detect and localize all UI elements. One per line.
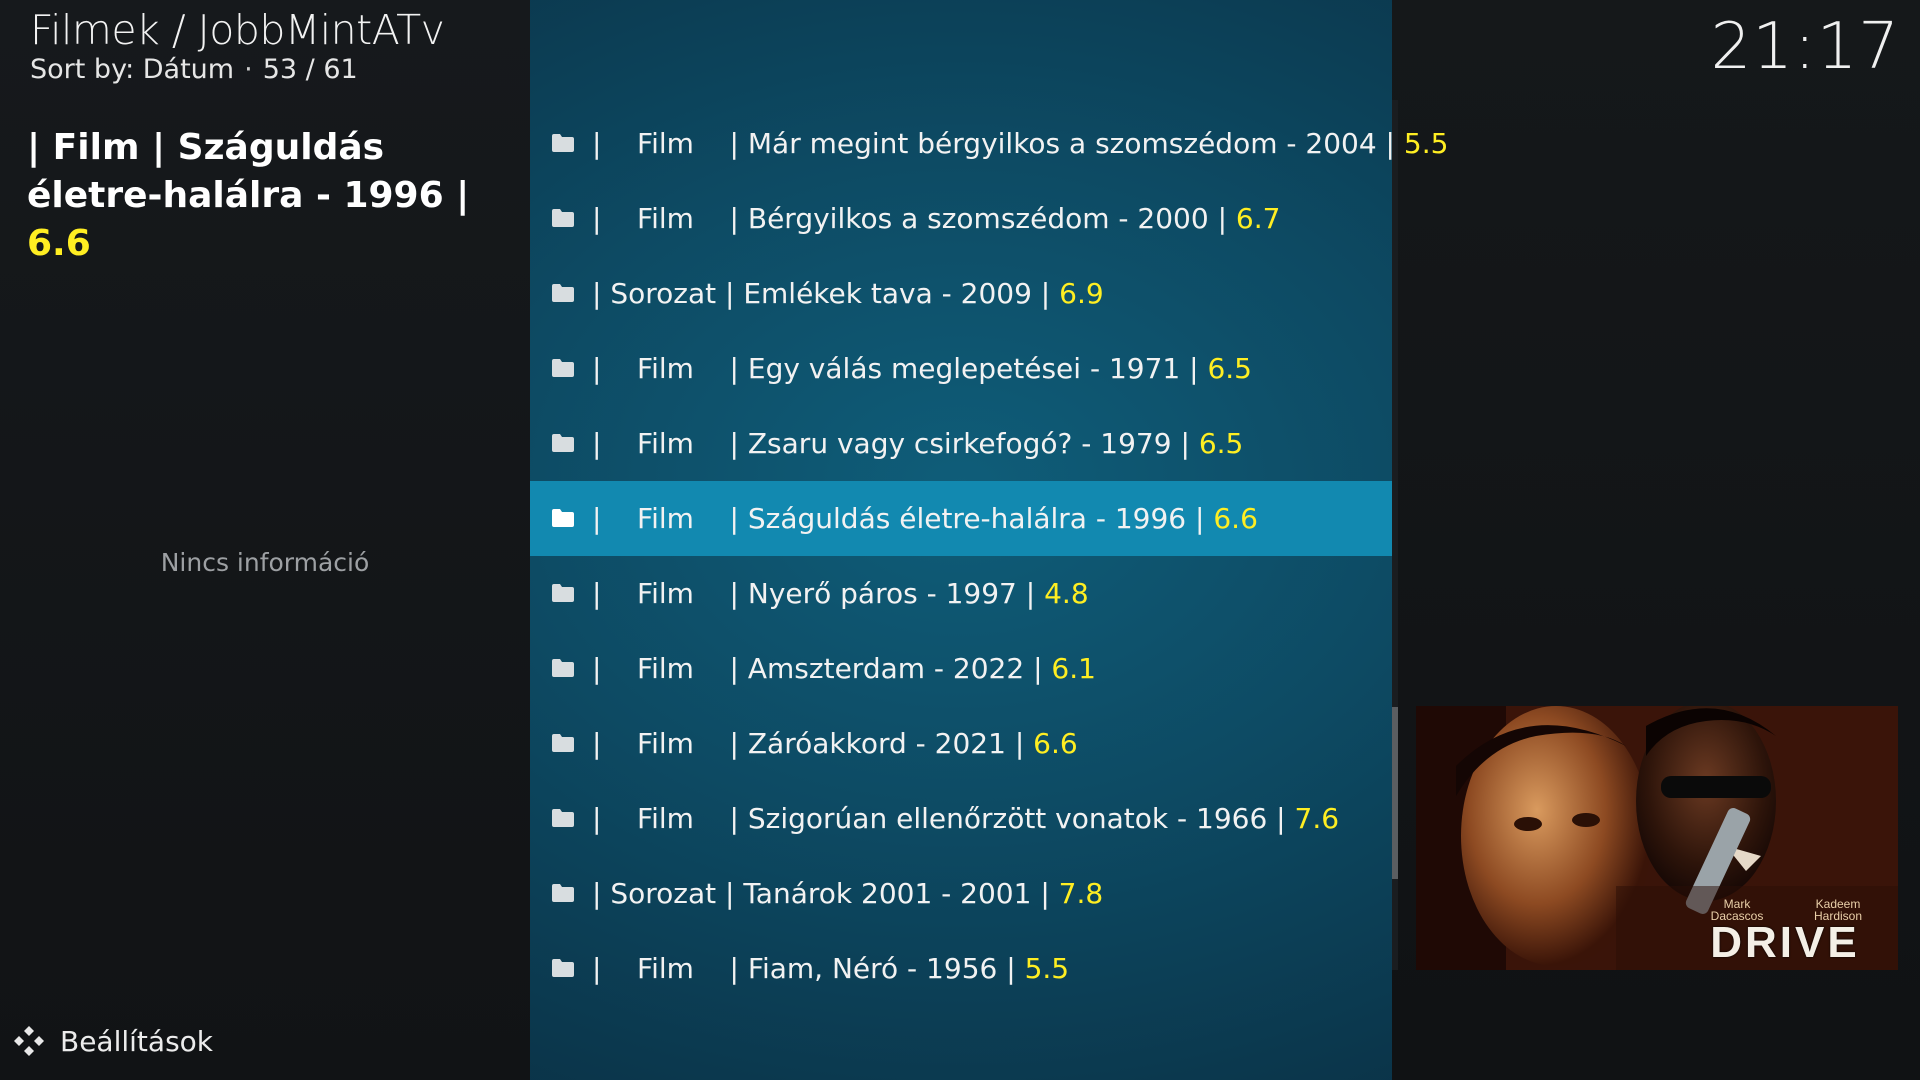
no-info-text: Nincs információ [160,548,370,577]
list-item-text: | Film | Fiam, Néró - 1956 | 5.5 [592,931,1069,1006]
list-item-label: | Film | Fiam, Néró - 1956 | [592,952,1025,985]
file-list: | Film | Már megint bérgyilkos a szomszé… [530,106,1448,1006]
list-item-rating: 6.5 [1207,352,1252,385]
sort-info[interactable]: Sort by: Dátum · 53 / 61 [30,54,358,85]
selected-item-title: | Film | Száguldás életre-halálra - 1996… [27,124,497,268]
list-item-text: | Sorozat | Emlékek tava - 2009 | 6.9 [592,256,1104,331]
folder-icon [552,809,574,827]
list-item-rating: 6.1 [1051,652,1096,685]
poster-image: Mark Dacascos Kadeem Hardison DRIVE [1416,706,1898,970]
selected-item-rating: 6.6 [27,223,91,264]
list-item-focused[interactable]: | Film | Száguldás életre-halálra - 1996… [530,481,1392,556]
folder-icon [552,959,574,977]
folder-icon [552,884,574,902]
folder-icon [552,659,574,677]
settings-label: Beállítások [60,1024,214,1058]
list-item-rating: 6.6 [1033,727,1078,760]
list-item-rating: 5.5 [1024,952,1070,985]
list-item[interactable]: | Film | Amszterdam - 2022 | 6.1 [530,631,1392,706]
item-position: 53 / 61 [262,54,358,85]
scrollbar-thumb[interactable] [1392,707,1398,879]
list-item-text: | Film | Nyerő páros - 1997 | 4.8 [592,556,1089,631]
list-item[interactable]: | Film | Nyerő páros - 1997 | 4.8 [530,556,1392,631]
list-item-rating: 5.5 [1403,127,1449,160]
folder-icon [552,209,574,227]
folder-icon [552,134,574,152]
list-item-label: | Sorozat | Tanárok 2001 - 2001 | [592,877,1059,910]
list-item-rating: 6.5 [1198,427,1244,460]
list-scrollbar[interactable] [1392,100,1398,970]
list-item-rating: 6.9 [1059,277,1104,310]
list-item-label: | Film | Száguldás életre-halálra - 1996… [592,502,1214,535]
list-item-text: | Sorozat | Tanárok 2001 - 2001 | 7.8 [592,856,1103,931]
list-item[interactable]: | Film | Bérgyilkos a szomszédom - 2000 … [530,181,1392,256]
list-item-rating: 7.6 [1294,802,1340,835]
folder-icon [552,434,574,452]
poster-title: DRIVE [1710,918,1860,967]
list-item-text: | Film | Száguldás életre-halálra - 1996… [592,481,1258,556]
list-item-rating: 6.7 [1235,202,1281,235]
list-item-text: | Film | Már megint bérgyilkos a szomszé… [592,106,1448,181]
clock: 21:17 [1710,10,1900,84]
separator-dot: · [244,54,253,85]
list-item-label: | Film | Nyerő páros - 1997 | [592,577,1045,610]
list-item-label: | Film | Záróakkord - 2021 | [592,727,1034,760]
list-item-label: | Sorozat | Emlékek tava - 2009 | [592,277,1060,310]
list-item-rating: 7.8 [1058,877,1104,910]
list-item-label: | Film | Már megint bérgyilkos a szomszé… [592,127,1404,160]
page-title: Filmek / JobbMintATv [30,6,445,54]
list-item[interactable]: | Film | Már megint bérgyilkos a szomszé… [530,106,1448,181]
folder-icon [552,734,574,752]
list-item-label: | Film | Bérgyilkos a szomszédom - 2000 … [592,202,1236,235]
list-item-label: | Film | Amszterdam - 2022 | [592,652,1052,685]
list-item-rating: 6.6 [1213,502,1258,535]
list-item-rating: 4.8 [1044,577,1089,610]
list-item[interactable]: | Film | Szigorúan ellenőrzött vonatok -… [530,781,1392,856]
settings-button[interactable]: Beállítások [12,1024,213,1058]
list-item-text: | Film | Egy válás meglepetései - 1971 |… [592,331,1252,406]
folder-icon [552,584,574,602]
file-list-panel: | Film | Már megint bérgyilkos a szomszé… [530,0,1448,1080]
list-item-text: | Film | Szigorúan ellenőrzött vonatok -… [592,781,1339,856]
list-item[interactable]: | Film | Záróakkord - 2021 | 6.6 [530,706,1392,781]
list-item[interactable]: | Sorozat | Emlékek tava - 2009 | 6.9 [530,256,1392,331]
list-item-text: | Film | Bérgyilkos a szomszédom - 2000 … [592,181,1280,256]
folder-icon [552,359,574,377]
list-item[interactable]: | Film | Zsaru vagy csirkefogó? - 1979 |… [530,406,1392,481]
folder-icon [552,509,574,527]
list-item[interactable]: | Film | Fiam, Néró - 1956 | 5.5 [530,931,1392,1006]
settings-icon [14,1026,44,1056]
list-item-label: | Film | Szigorúan ellenőrzött vonatok -… [592,802,1295,835]
kodi-screen: Filmek / JobbMintATv Sort by: Dátum · 53 /… [0,0,1920,1080]
selected-item-label: | Film | Száguldás életre-halálra - 1996… [27,127,470,216]
list-item-text: | Film | Záróakkord - 2021 | 6.6 [592,706,1078,781]
list-item-label: | Film | Zsaru vagy csirkefogó? - 1979 | [592,427,1199,460]
list-item[interactable]: | Sorozat | Tanárok 2001 - 2001 | 7.8 [530,856,1392,931]
sort-label: Sort by: Dátum [30,54,235,85]
list-item-text: | Film | Zsaru vagy csirkefogó? - 1979 |… [592,406,1243,481]
list-item[interactable]: | Film | Egy válás meglepetései - 1971 |… [530,331,1392,406]
list-item-label: | Film | Egy válás meglepetései - 1971 | [592,352,1208,385]
list-item-text: | Film | Amszterdam - 2022 | 6.1 [592,631,1096,706]
folder-icon [552,284,574,302]
